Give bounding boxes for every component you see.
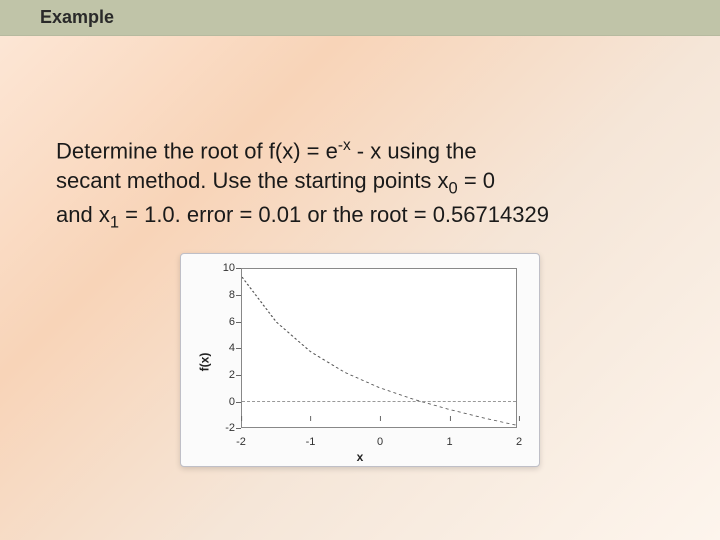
y-tick: 6	[191, 316, 235, 328]
problem-statement: Determine the root of f(x) = e-x - x usi…	[56, 136, 664, 233]
x-axis-label: x	[357, 450, 364, 464]
text-segment: secant method. Use the starting points x	[56, 168, 449, 193]
x-tick: 0	[377, 436, 383, 448]
zero-reference-line	[242, 401, 516, 402]
y-tick: 10	[191, 262, 235, 274]
text-segment: Determine the root of f(x) = e	[56, 138, 338, 163]
text-segment: = 1.0. error = 0.01 or the root = 0.5671…	[119, 202, 549, 227]
title-bar: Example	[0, 0, 720, 36]
y-tick: -2	[191, 422, 235, 434]
content-area: Determine the root of f(x) = e-x - x usi…	[0, 36, 720, 467]
superscript: -x	[338, 137, 351, 154]
x-tick: -1	[306, 436, 316, 448]
x-tick: -2	[236, 436, 246, 448]
y-tick: 8	[191, 289, 235, 301]
x-tick: 2	[516, 436, 522, 448]
y-tick: 2	[191, 369, 235, 381]
subscript: 0	[449, 179, 458, 197]
y-tick: 0	[191, 396, 235, 408]
function-curve	[242, 277, 516, 425]
text-segment: - x using the	[351, 138, 477, 163]
plot-area	[241, 268, 517, 428]
x-tick: 1	[446, 436, 452, 448]
page-title: Example	[40, 7, 114, 28]
y-tick: 4	[191, 342, 235, 354]
text-segment: and x	[56, 202, 110, 227]
curve-svg	[242, 269, 516, 427]
chart-inner: f(x) x -20246810 -2-1012	[191, 262, 529, 462]
chart-container: f(x) x -20246810 -2-1012	[180, 253, 540, 467]
text-segment: = 0	[458, 168, 495, 193]
subscript: 1	[110, 213, 119, 231]
